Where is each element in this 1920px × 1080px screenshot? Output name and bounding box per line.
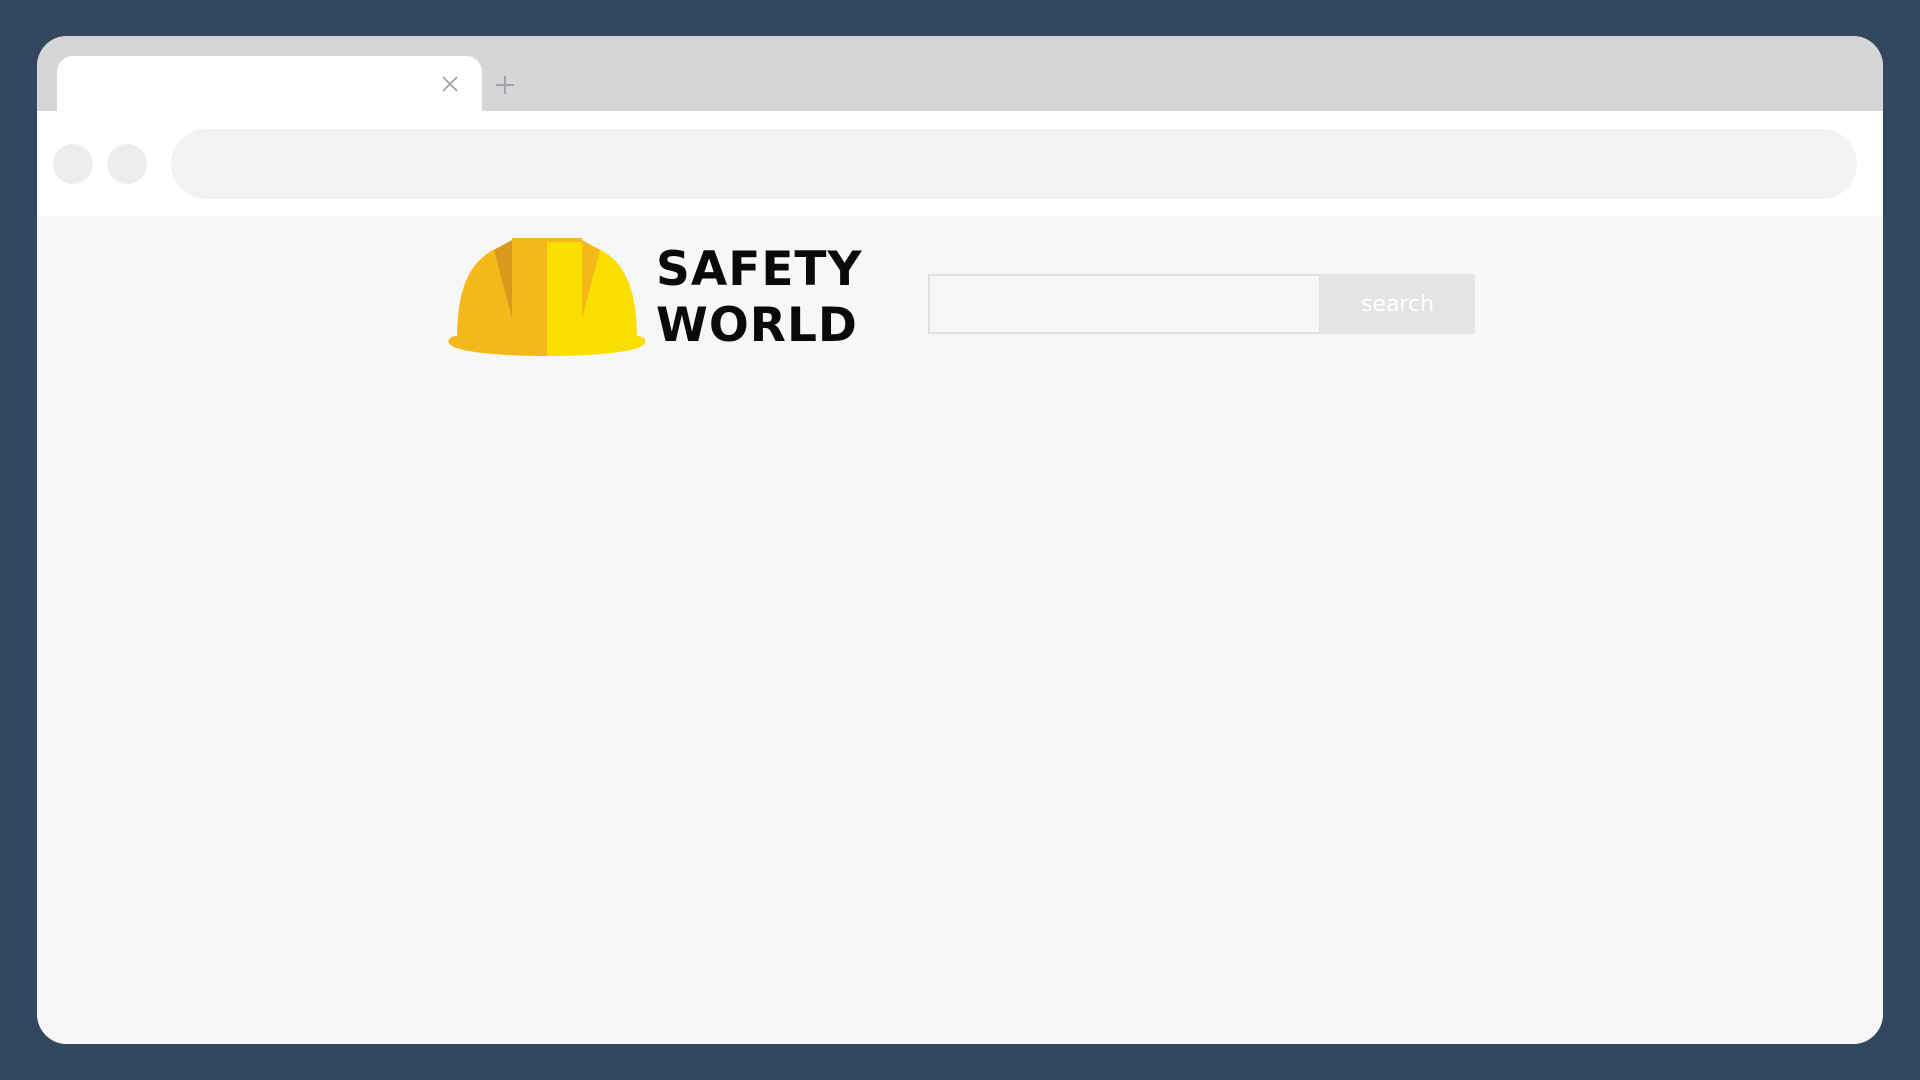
logo-line-2: WORLD: [656, 298, 858, 353]
tab-strip: [37, 36, 1883, 111]
address-bar[interactable]: [171, 129, 1857, 199]
plus-icon[interactable]: [494, 74, 516, 96]
device-frame: SAFETY WORLD search: [0, 0, 1920, 1080]
forward-button[interactable]: [107, 144, 147, 184]
logo-text: SAFETY WORLD: [656, 242, 863, 354]
browser-window: SAFETY WORLD search: [37, 36, 1883, 1044]
browser-tab[interactable]: [57, 56, 482, 111]
hard-hat-icon: [448, 238, 646, 356]
close-icon[interactable]: [440, 74, 460, 94]
search-button[interactable]: search: [1320, 274, 1475, 334]
back-button[interactable]: [53, 144, 93, 184]
site-logo[interactable]: SAFETY WORLD: [442, 238, 862, 358]
logo-line-1: SAFETY: [656, 242, 863, 297]
page-content: SAFETY WORLD search: [37, 216, 1883, 1044]
search-input[interactable]: [928, 274, 1321, 334]
